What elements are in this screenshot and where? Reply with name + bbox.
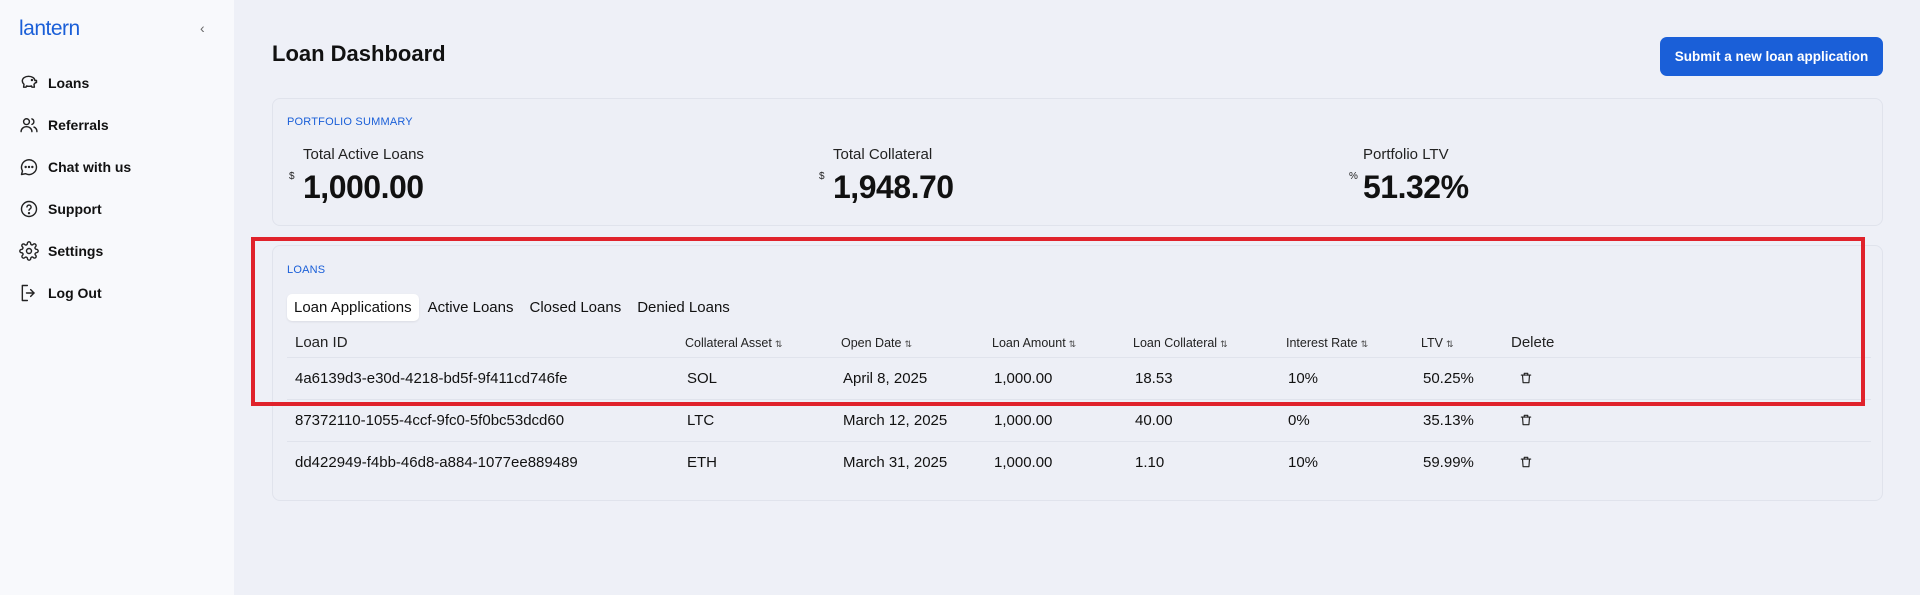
trash-icon[interactable] xyxy=(1519,371,1533,385)
stat-unit: % xyxy=(1349,171,1358,182)
sidebar-item-label: Chat with us xyxy=(48,159,132,175)
tab-closed-loans[interactable]: Closed Loans xyxy=(522,294,628,321)
table-row[interactable]: dd422949-f4bb-46d8-a884-1077ee889489 ETH… xyxy=(287,442,1871,484)
cell-loan-amount: 1,000.00 xyxy=(994,454,1053,471)
cell-open-date: April 8, 2025 xyxy=(843,370,928,387)
stat-total-collateral: Total Collateral $ 1,948.70 xyxy=(817,146,954,206)
column-header-label: Loan ID xyxy=(295,334,348,351)
column-header-collateral-asset[interactable]: Collateral Asset ⇅ xyxy=(685,336,782,350)
table-row[interactable]: 87372110-1055-4ccf-9fc0-5f0bc53dcd60 LTC… xyxy=(287,400,1871,442)
stat-label: Total Active Loans xyxy=(303,146,424,163)
column-header-label: Open Date xyxy=(841,336,902,350)
sidebar-item-settings[interactable]: Settings xyxy=(19,230,131,272)
cell-loan-id: dd422949-f4bb-46d8-a884-1077ee889489 xyxy=(295,454,578,471)
gear-icon xyxy=(19,241,39,261)
cell-ltv: 50.25% xyxy=(1423,370,1474,387)
sidebar-item-logout[interactable]: Log Out xyxy=(19,272,131,314)
cell-loan-amount: 1,000.00 xyxy=(994,370,1053,387)
sort-icon: ⇅ xyxy=(1068,339,1077,349)
sort-icon: ⇅ xyxy=(904,339,913,349)
stat-unit: $ xyxy=(819,171,825,182)
cell-interest-rate: 0% xyxy=(1288,412,1310,429)
column-header-loan-amount[interactable]: Loan Amount ⇅ xyxy=(992,336,1076,350)
tab-denied-loans[interactable]: Denied Loans xyxy=(630,294,737,321)
column-header-ltv[interactable]: LTV ⇅ xyxy=(1421,336,1454,350)
column-header-label: Delete xyxy=(1511,334,1555,351)
sidebar-item-loans[interactable]: Loans xyxy=(19,62,131,104)
loans-table: Loan ID Collateral Asset ⇅ Open Date ⇅ Loa… xyxy=(287,330,1871,484)
column-header-loan-collateral[interactable]: Loan Collateral ⇅ xyxy=(1133,336,1228,350)
sidebar-nav: Loans Referrals Chat with us Support Set… xyxy=(19,62,131,314)
sort-icon: ⇅ xyxy=(1446,339,1454,349)
collapse-sidebar-icon[interactable]: ‹ xyxy=(200,20,205,36)
sidebar-item-label: Settings xyxy=(48,243,104,259)
cell-loan-collateral: 18.53 xyxy=(1135,370,1173,387)
main-content: Loan Dashboard Submit a new loan applica… xyxy=(234,0,1920,595)
trash-icon[interactable] xyxy=(1519,455,1533,469)
submit-loan-application-button[interactable]: Submit a new loan application xyxy=(1660,37,1883,76)
sidebar-item-label: Loans xyxy=(48,75,90,91)
loans-card: LOANS Loan Applications Active Loans Clo… xyxy=(272,245,1883,501)
cell-open-date: March 31, 2025 xyxy=(843,454,948,471)
app-logo[interactable]: lantern xyxy=(19,17,80,41)
sort-icon: ⇅ xyxy=(1360,339,1369,349)
cell-interest-rate: 10% xyxy=(1288,370,1319,387)
portfolio-summary-label: PORTFOLIO SUMMARY xyxy=(287,116,413,128)
stat-portfolio-ltv: Portfolio LTV % 51.32% xyxy=(1347,146,1469,206)
cell-collateral-asset: ETH xyxy=(687,454,717,471)
tab-active-loans[interactable]: Active Loans xyxy=(421,294,521,321)
sort-icon: ⇅ xyxy=(774,339,783,349)
stat-value: 1,948.70 xyxy=(833,169,954,205)
sidebar-item-chat[interactable]: Chat with us xyxy=(19,146,131,188)
cell-collateral-asset: LTC xyxy=(687,412,715,429)
column-header-label: LTV xyxy=(1421,336,1443,350)
users-icon xyxy=(20,118,38,133)
cell-open-date: March 12, 2025 xyxy=(843,412,948,429)
logout-icon xyxy=(21,284,35,302)
cell-loan-collateral: 40.00 xyxy=(1135,412,1173,429)
tab-loan-applications[interactable]: Loan Applications xyxy=(287,294,419,321)
sort-icon: ⇅ xyxy=(1220,339,1228,349)
column-header-loan-id: Loan ID xyxy=(295,334,348,351)
cell-loan-collateral: 1.10 xyxy=(1135,454,1165,471)
loans-section-label: LOANS xyxy=(287,264,326,276)
sidebar: lantern ‹ Loans Referrals Chat with us S… xyxy=(0,0,234,595)
chat-icon xyxy=(20,159,38,176)
cell-ltv: 35.13% xyxy=(1423,412,1474,429)
stat-total-active-loans: Total Active Loans $ 1,000.00 xyxy=(287,146,424,206)
column-header-label: Collateral Asset xyxy=(685,336,772,350)
help-circle-icon xyxy=(20,200,38,218)
column-header-label: Loan Collateral xyxy=(1133,336,1218,350)
sidebar-item-support[interactable]: Support xyxy=(19,188,131,230)
stat-label: Portfolio LTV xyxy=(1363,146,1449,163)
column-header-delete: Delete xyxy=(1511,334,1554,351)
cell-loan-id: 4a6139d3-e30d-4218-bd5f-9f411cd746fe xyxy=(295,370,568,387)
stat-unit: $ xyxy=(289,171,295,182)
sidebar-item-label: Referrals xyxy=(48,117,109,133)
cell-ltv: 59.99% xyxy=(1423,454,1474,471)
stat-label: Total Collateral xyxy=(833,146,933,163)
portfolio-summary-card: PORTFOLIO SUMMARY Total Active Loans $ 1… xyxy=(272,98,1883,226)
cell-collateral-asset: SOL xyxy=(687,370,718,387)
loan-tabs: Loan Applications Active Loans Closed Lo… xyxy=(287,294,737,321)
column-header-label: Loan Amount xyxy=(992,336,1066,350)
cell-interest-rate: 10% xyxy=(1288,454,1319,471)
column-header-interest-rate[interactable]: Interest Rate ⇅ xyxy=(1286,336,1368,350)
column-header-open-date[interactable]: Open Date ⇅ xyxy=(841,336,912,350)
cell-loan-amount: 1,000.00 xyxy=(994,412,1053,429)
sidebar-item-referrals[interactable]: Referrals xyxy=(19,104,131,146)
trash-icon[interactable] xyxy=(1519,413,1533,427)
table-header: Loan ID Collateral Asset ⇅ Open Date ⇅ Loa… xyxy=(287,330,1871,358)
page-title: Loan Dashboard xyxy=(272,41,446,66)
table-row[interactable]: 4a6139d3-e30d-4218-bd5f-9f411cd746fe SOL… xyxy=(287,358,1871,400)
column-header-label: Interest Rate xyxy=(1286,336,1358,350)
stat-value: 51.32% xyxy=(1363,169,1469,205)
sidebar-item-label: Support xyxy=(48,201,102,217)
cell-loan-id: 87372110-1055-4ccf-9fc0-5f0bc53dcd60 xyxy=(295,412,565,429)
piggy-bank-icon xyxy=(21,75,38,88)
stat-value: 1,000.00 xyxy=(303,169,424,205)
sidebar-item-label: Log Out xyxy=(48,285,102,301)
